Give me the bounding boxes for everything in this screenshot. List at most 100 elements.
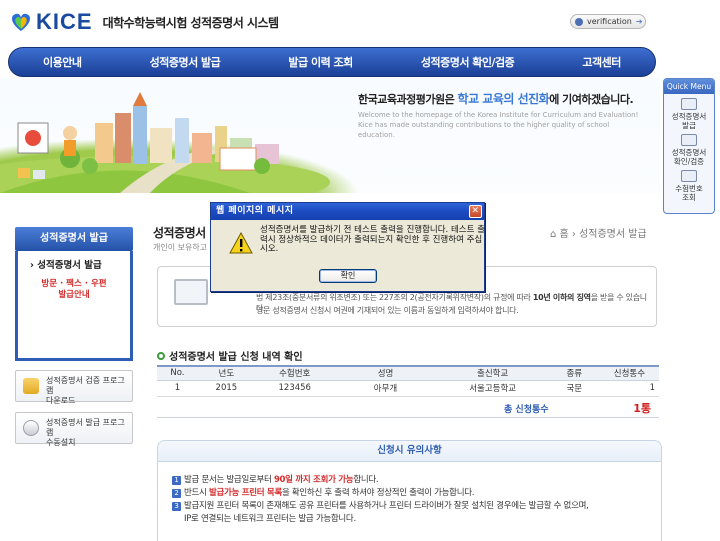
arrow-right-icon: ➔	[635, 17, 643, 26]
total-row: 총 신청통수 1통	[157, 398, 659, 418]
info-line1-bold: 10년 이하의 징역	[532, 293, 591, 302]
issue-program-label: 성적증명서 발급 프로그램	[46, 418, 125, 437]
left-menu-header: 성적증명서 발급	[15, 227, 133, 251]
cell-count: 1	[599, 380, 659, 397]
info-line1-pre: 법 제23조(중분서류의 위조변조) 또는 227조의 2(공전자기록위작변작)…	[256, 293, 533, 302]
bullet-circle-icon	[157, 351, 165, 360]
slogan-post: 에 기여하겠습니다.	[549, 93, 634, 106]
banner-illustration	[0, 92, 330, 193]
kice-logo-icon	[11, 13, 31, 31]
quick-menu-title: Quick Menu	[664, 79, 714, 94]
col-name: 성명	[334, 365, 437, 381]
cell-name: 아무개	[334, 380, 437, 397]
slogan-pre: 한국교육과정평가원은	[358, 93, 458, 106]
info-line2: 영문 성적증명서 신청시 여권에 기재되어 있는 이름과 동일하게 입력하셔야 …	[256, 306, 519, 315]
dialog-titlebar[interactable]: 웹 페이지의 메시지 ✕	[211, 203, 484, 220]
notice-title: 신청시 유의사항	[157, 440, 662, 462]
number-2-icon: 2	[172, 489, 181, 498]
col-type: 종류	[548, 365, 600, 381]
notice-line2-pre: 반드시	[184, 488, 209, 498]
slogan-en-line1: Welcome to the homepage of the Korea Ins…	[358, 111, 639, 119]
notice-line3-text: 발급지원 프린터 목록이 존재해도 공유 프린터를 사용하거나 프린터 드라이버…	[184, 501, 589, 511]
table-row: 1 2015 123456 아무개 서울고등학교 국문 1	[157, 380, 659, 397]
verification-button[interactable]: verification ➔	[570, 14, 646, 29]
monitor-icon	[681, 98, 697, 110]
quick-item-issue-label: 성적증명서 발급	[671, 112, 707, 130]
application-table: No. 년도 수험번호 성명 출신학교 종류 신청통수 1 2015 12345…	[157, 365, 659, 397]
close-icon[interactable]: ✕	[469, 205, 482, 218]
quick-item-verify[interactable]: 성적증명서 확인/검증	[664, 134, 714, 166]
cell-type: 국문	[548, 380, 600, 397]
quick-item-issue[interactable]: 성적증명서 발급	[664, 98, 714, 130]
left-menu-item-visit[interactable]: 방문 · 팩스 · 우편 발급안내	[18, 279, 130, 301]
breadcrumb: ⌂ 홈 › 성적증명서 발급	[550, 229, 647, 240]
kice-logo[interactable]: KICE 대학수학능력시험 성적증명서 시스템	[8, 8, 279, 36]
verify-program-label: 성적증명서 검증 프로그램	[46, 376, 125, 395]
warning-icon	[229, 232, 253, 254]
number-3-icon: 3	[172, 502, 181, 511]
issue-program-sublabel: 수동설치	[46, 438, 76, 447]
issue-program-install-button[interactable]: 성적증명서 발급 프로그램 수동설치	[15, 412, 133, 447]
verify-program-download-button[interactable]: 성적증명서 검증 프로그램 다운로드	[15, 370, 133, 405]
page-subtitle: 개인이 보유하고 있	[153, 243, 217, 252]
dialog-title: 웹 페이지의 메시지	[216, 206, 294, 216]
section-title: 성적증명서 발급 신청 내역 확인	[157, 348, 303, 363]
notice-line3b: IP로 연결되는 네트워크 프린터는 발급 가능합니다.	[184, 514, 356, 524]
cell-no: 1	[157, 380, 198, 397]
verification-label: verification	[587, 17, 632, 26]
nav-item-guide[interactable]: 이용안내	[43, 54, 82, 70]
system-title: 대학수학능력시험 성적증명서 시스템	[102, 15, 280, 30]
printer-list-link[interactable]: 발급가능 프린터 목록	[209, 488, 282, 498]
notice-line1-post: 합니다.	[353, 475, 379, 485]
nav-item-issue[interactable]: 성적증명서 발급	[150, 54, 221, 70]
slogan-en-line2: Kice has made outstanding contributions …	[358, 121, 610, 139]
ok-button[interactable]: 확인	[319, 269, 377, 283]
col-year: 년도	[197, 365, 255, 381]
message-dialog: 웹 페이지의 메시지 ✕ 성적증명서를 발급하기 전 테스트 출력을 진행합니다…	[210, 202, 485, 292]
left-menu-item-issue[interactable]: › 성적증명서 발급	[30, 257, 130, 271]
total-value: 1통	[633, 402, 651, 415]
main-nav: 이용안내 성적증명서 발급 발급 이력 조회 성적증명서 확인/검증 고객센터	[8, 47, 656, 77]
verify-program-sublabel: 다운로드	[46, 396, 76, 405]
col-no: No.	[157, 365, 198, 381]
nav-item-verify[interactable]: 성적증명서 확인/검증	[421, 54, 515, 70]
cell-school: 서울고등학교	[436, 380, 549, 397]
notice-body: 1 발급 문서는 발급일로부터 90일 까지 조회가 가능합니다. 2 반드시 발급…	[157, 462, 662, 541]
banner-slogan-en: Welcome to the homepage of the Korea Ins…	[358, 110, 648, 140]
quick-item-verify-label: 성적증명서 확인/검증	[671, 148, 707, 166]
mouse-icon	[23, 420, 39, 436]
notice-line1: 1 발급 문서는 발급일로부터 90일 까지 조회가 가능합니다.	[172, 474, 661, 487]
search-doc-icon	[681, 170, 697, 182]
left-menu-item-visit-line2: 발급안내	[58, 290, 90, 300]
main-banner: 한국교육과정평가원은 학교 교육의 선진화에 기여하겠습니다. Welcome …	[0, 78, 660, 193]
monitor-icon	[174, 279, 208, 305]
section-title-label: 성적증명서 발급 신청 내역 확인	[169, 352, 303, 363]
col-school: 출신학교	[436, 365, 549, 381]
col-exam-number: 수험번호	[254, 365, 335, 381]
quick-item-number-label: 수험번호 조회	[675, 184, 703, 202]
notice-line2: 2 반드시 발급가능 프린터 목록을 확인하신 후 출력 하셔야 정상적인 출력이…	[172, 487, 661, 500]
number-1-icon: 1	[172, 476, 181, 485]
folder-icon	[23, 378, 39, 394]
banner-slogan: 한국교육과정평가원은 학교 교육의 선진화에 기여하겠습니다.	[358, 90, 634, 107]
dialog-message: 성적증명서를 발급하기 전 테스트 출력을 진행합니다. 테스트 출력시 정상하…	[260, 225, 485, 254]
notice-line2-post: 을 확인하신 후 출력 하셔야 정상적인 출력이 가능합니다.	[281, 488, 475, 498]
nav-item-support[interactable]: 고객센터	[582, 54, 621, 70]
slogan-highlight: 학교 교육의 선진화	[457, 92, 550, 106]
total-label: 총 신청통수	[504, 405, 549, 415]
cell-year: 2015	[197, 380, 255, 397]
col-count: 신청통수	[599, 365, 659, 381]
notice-line3: 3 발급지원 프린터 목록이 존재해도 공유 프린터를 사용하거나 프린터 드라이…	[172, 500, 661, 513]
quick-menu: Quick Menu 성적증명서 발급 성적증명서 확인/검증 수험번호 조회	[663, 78, 715, 214]
globe-icon	[575, 17, 583, 26]
cell-exam-number: 123456	[254, 380, 335, 397]
nav-item-history[interactable]: 발급 이력 조회	[288, 54, 353, 70]
logo-text: KICE	[36, 9, 93, 34]
table-header-row: No. 년도 수험번호 성명 출신학교 종류 신청통수	[157, 365, 659, 381]
notice-line1-pre: 발급 문서는 발급일로부터	[184, 475, 274, 485]
left-menu-item-visit-line1: 방문 · 팩스 · 우편	[41, 279, 107, 289]
magnifier-icon	[681, 134, 697, 146]
notice-line1-red: 90일 까지 조회가 가능	[273, 475, 354, 485]
left-menu: › 성적증명서 발급 방문 · 팩스 · 우편 발급안내	[15, 251, 133, 361]
quick-item-number[interactable]: 수험번호 조회	[664, 170, 714, 202]
